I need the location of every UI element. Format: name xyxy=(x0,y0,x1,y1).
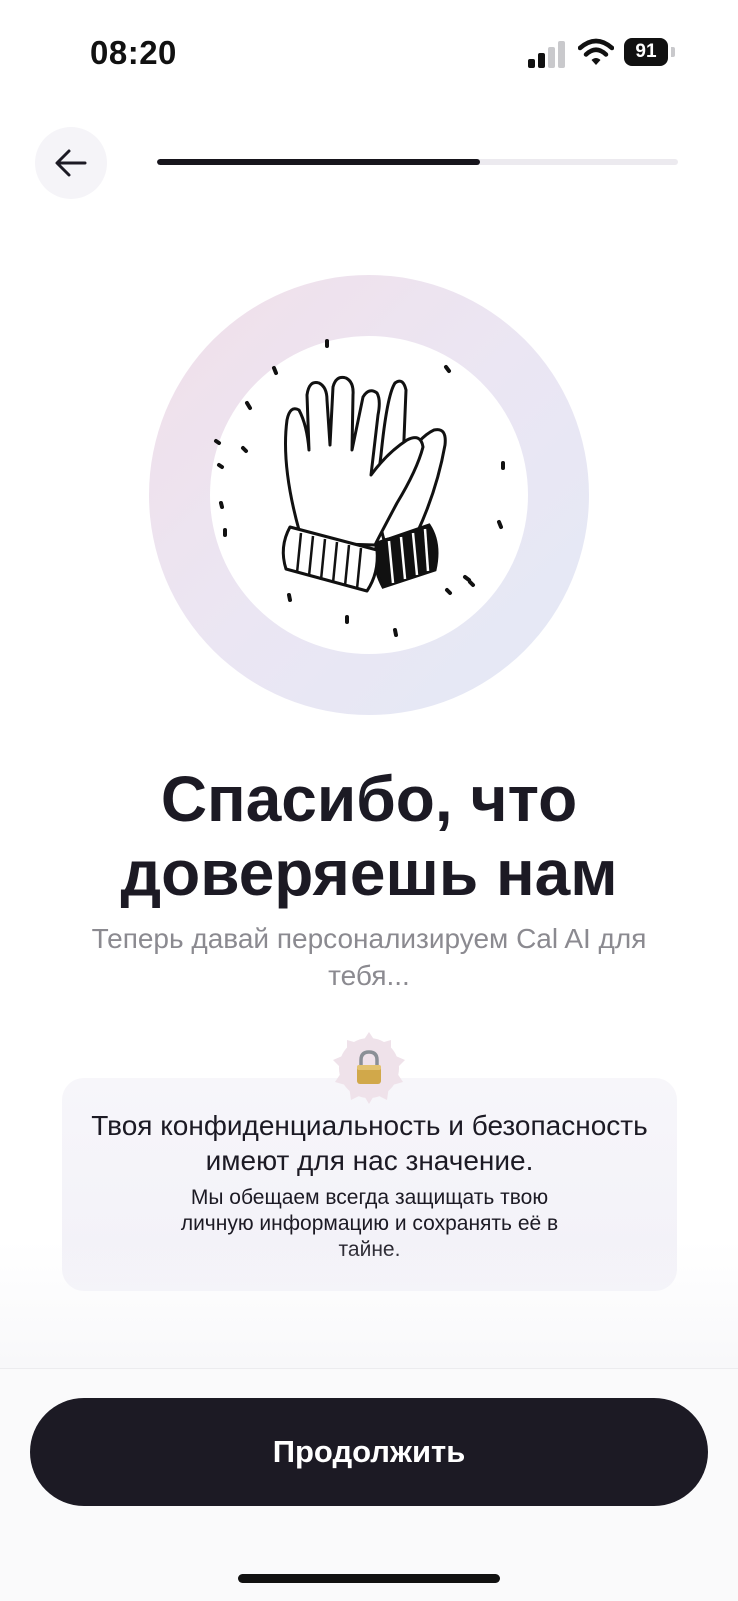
status-time: 08:20 xyxy=(90,34,177,71)
continue-button[interactable]: Продолжить xyxy=(30,1398,708,1506)
battery-tip xyxy=(671,47,675,57)
wifi-icon xyxy=(578,38,614,65)
home-indicator xyxy=(238,1574,500,1583)
page-title: Спасибо, что доверяешь нам xyxy=(120,763,618,909)
high-five-illustration xyxy=(149,275,589,715)
back-button[interactable] xyxy=(35,127,107,199)
page-subtitle: Теперь давай персонализируем Cal AI для … xyxy=(91,923,647,991)
status-bar: 08:20 91 xyxy=(0,0,738,110)
privacy-card-title: Твоя конфиденциальность и безопасность и… xyxy=(91,1110,648,1176)
progress-fill xyxy=(157,159,481,165)
onboarding-progress-bar xyxy=(157,159,678,165)
battery-icon: 91 xyxy=(624,38,668,66)
bottom-fade xyxy=(0,1240,738,1368)
high-five-gloves-icon xyxy=(214,339,505,637)
cellular-signal-icon xyxy=(528,40,568,68)
arrow-left-icon xyxy=(55,149,87,177)
lock-icon xyxy=(333,1032,405,1104)
